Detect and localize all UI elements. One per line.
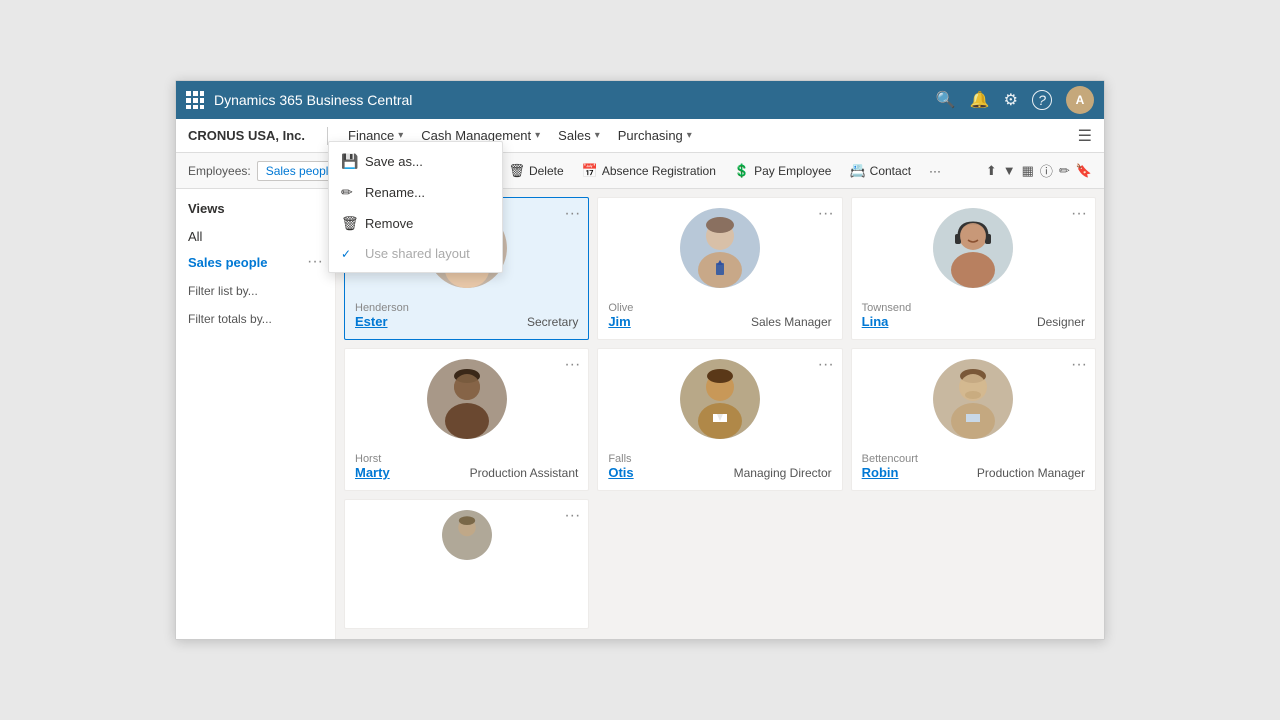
- nav-bar: CRONUS USA, Inc. Finance ▾ Cash Manageme…: [176, 119, 1104, 153]
- nav-sales[interactable]: Sales ▾: [552, 124, 606, 147]
- sidebar-item-salespeople-container: Sales people ···: [176, 249, 335, 275]
- photo-wrapper-lina: [862, 208, 1085, 296]
- edit-icon[interactable]: ✏: [1059, 163, 1070, 179]
- filter-icon[interactable]: ▼: [1003, 163, 1016, 178]
- card-marty[interactable]: ···: [344, 348, 589, 491]
- avatar-marty: [427, 359, 507, 439]
- avatar-lina: [933, 208, 1013, 288]
- card-firstname-jim[interactable]: Jim: [608, 314, 630, 329]
- card-partial[interactable]: ···: [344, 499, 589, 629]
- card-lastname-marty: Horst: [355, 453, 381, 465]
- card-role-robin: Production Manager: [977, 466, 1085, 480]
- photo-wrapper-otis: [608, 359, 831, 447]
- card-lina[interactable]: ···: [851, 197, 1096, 340]
- card-more-ester[interactable]: ···: [564, 206, 580, 222]
- chevron-down-icon: ▾: [398, 130, 403, 141]
- ctx-remove[interactable]: 🗑 Remove: [329, 208, 502, 239]
- sidebar-item-all[interactable]: All: [176, 224, 335, 249]
- top-bar: Dynamics 365 Business Central 🔍 🔔 ⚙ ? A: [176, 81, 1104, 119]
- search-topbar-icon[interactable]: 🔍: [936, 90, 956, 110]
- sidebar: Views All Sales people ··· Filter list b…: [176, 189, 336, 639]
- nav-purchasing[interactable]: Purchasing ▾: [612, 124, 698, 147]
- photo-wrapper-jim: [608, 208, 831, 296]
- settings-icon[interactable]: ⚙: [1004, 90, 1018, 110]
- chevron-down-icon: ▾: [687, 130, 692, 141]
- toolbar: Employees: Sales people ▾ 🔍 Search + New…: [176, 153, 1104, 189]
- ctx-rename[interactable]: ✏ Rename...: [329, 189, 502, 208]
- company-name: CRONUS USA, Inc.: [188, 128, 305, 143]
- sidebar-item-salespeople[interactable]: Sales people: [188, 255, 267, 270]
- contact-button[interactable]: 📇 Contact: [841, 160, 919, 182]
- card-role-marty: Production Assistant: [470, 466, 579, 480]
- card-role-lina: Designer: [1037, 315, 1085, 329]
- main-content: Views All Sales people ··· Filter list b…: [176, 189, 1104, 639]
- photo-wrapper-robin: [862, 359, 1085, 447]
- absence-button[interactable]: 📅 Absence Registration: [574, 160, 724, 182]
- avatar-jim: [680, 208, 760, 288]
- delete-icon: 🗑: [508, 163, 525, 179]
- card-more-marty[interactable]: ···: [564, 357, 580, 373]
- card-jim[interactable]: ···: [597, 197, 842, 340]
- card-lastname-ester: Henderson: [355, 302, 409, 314]
- card-lastname-lina: Townsend: [862, 302, 912, 314]
- pay-icon: 💲: [734, 163, 750, 179]
- ctx-sharedlayout[interactable]: ✓ Use shared layout: [329, 239, 502, 268]
- card-otis[interactable]: ···: [597, 348, 842, 491]
- card-firstname-marty[interactable]: Marty: [355, 465, 390, 480]
- waffle-icon[interactable]: [186, 91, 204, 109]
- card-lastname-jim: Olive: [608, 302, 633, 314]
- card-robin[interactable]: ···: [851, 348, 1096, 491]
- avatar-otis: [680, 359, 760, 439]
- rename-icon: ✏: [341, 189, 357, 201]
- info-icon[interactable]: ⓘ: [1040, 161, 1053, 180]
- card-lastname-robin: Bettencourt: [862, 453, 918, 465]
- layout-icon[interactable]: ▦: [1022, 163, 1034, 179]
- sidebar-salespeople-row: Sales people ···: [176, 249, 335, 275]
- card-more-lina[interactable]: ···: [1071, 206, 1087, 222]
- remove-icon: 🗑: [341, 215, 357, 232]
- share-icon[interactable]: ⬆: [986, 163, 997, 179]
- filter-totals-by[interactable]: Filter totals by...: [176, 307, 335, 331]
- card-lastname-otis: Falls: [608, 453, 631, 465]
- salespeople-more-icon[interactable]: ···: [307, 254, 323, 270]
- toolbar-right: ⬆ ▼ ▦ ⓘ ✏ 🔖: [986, 161, 1092, 180]
- card-firstname-otis[interactable]: Otis: [608, 465, 633, 480]
- app-title: Dynamics 365 Business Central: [214, 92, 936, 108]
- top-bar-actions: 🔍 🔔 ⚙ ? A: [936, 86, 1094, 114]
- check-icon: ✓: [341, 247, 357, 261]
- calendar-icon: 📅: [582, 163, 598, 179]
- card-more-otis[interactable]: ···: [818, 357, 834, 373]
- delete-button[interactable]: 🗑 Delete: [500, 160, 571, 182]
- photo-wrapper-partial: [355, 510, 578, 568]
- views-title: Views: [176, 201, 335, 224]
- card-firstname-robin[interactable]: Robin: [862, 465, 899, 480]
- avatar-robin: [933, 359, 1013, 439]
- contact-icon: 📇: [849, 163, 865, 179]
- pay-employee-button[interactable]: 💲 Pay Employee: [726, 160, 840, 182]
- card-more-robin[interactable]: ···: [1071, 357, 1087, 373]
- card-firstname-lina[interactable]: Lina: [862, 314, 889, 329]
- chevron-down-icon: ▾: [535, 130, 540, 141]
- card-role-ester: Secretary: [527, 315, 578, 329]
- context-menu: 💾 Save as... ✏ Rename... 🗑 Remove ✓ Use …: [328, 189, 503, 273]
- hamburger-icon[interactable]: ☰: [1078, 126, 1092, 146]
- employees-label: Employees:: [188, 164, 251, 178]
- card-more-partial[interactable]: ···: [564, 508, 580, 524]
- avatar-partial: [442, 510, 492, 560]
- bookmark-icon[interactable]: 🔖: [1076, 163, 1092, 179]
- more-button[interactable]: ···: [921, 161, 949, 181]
- card-firstname-ester[interactable]: Ester: [355, 314, 388, 329]
- card-more-jim[interactable]: ···: [818, 206, 834, 222]
- user-avatar[interactable]: A: [1066, 86, 1094, 114]
- help-icon[interactable]: ?: [1032, 90, 1052, 110]
- card-role-jim: Sales Manager: [751, 315, 832, 329]
- photo-wrapper-marty: [355, 359, 578, 447]
- notification-icon[interactable]: 🔔: [970, 90, 990, 110]
- chevron-down-icon: ▾: [595, 130, 600, 141]
- card-role-otis: Managing Director: [734, 466, 832, 480]
- filter-list-by[interactable]: Filter list by...: [176, 279, 335, 303]
